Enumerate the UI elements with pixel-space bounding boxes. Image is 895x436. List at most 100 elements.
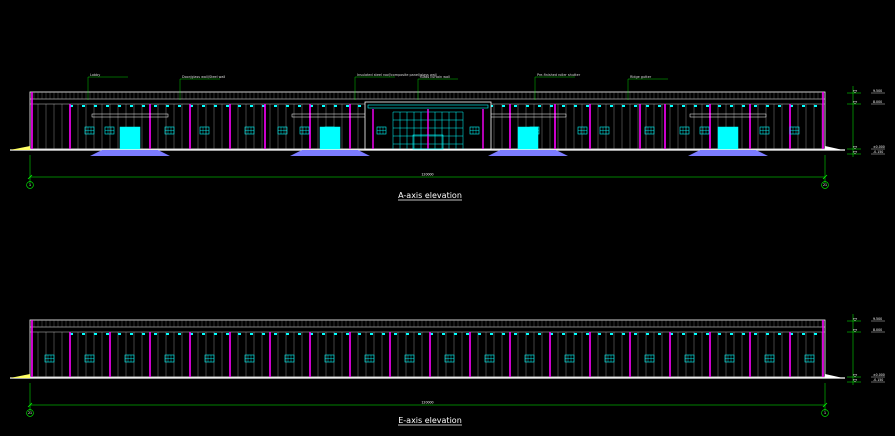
vent-mark bbox=[106, 333, 109, 335]
vent-mark bbox=[286, 105, 289, 107]
vent-mark bbox=[298, 333, 301, 335]
level-text: 9.500 bbox=[873, 317, 882, 321]
vent-mark bbox=[214, 333, 217, 335]
vent-mark bbox=[598, 333, 601, 335]
level-text: -0.150 bbox=[873, 378, 883, 382]
level-symbol bbox=[852, 151, 858, 155]
vent-mark bbox=[610, 105, 613, 107]
axis-label: 21 bbox=[823, 183, 827, 187]
axis-label: 1 bbox=[29, 183, 31, 187]
vent-mark bbox=[178, 333, 181, 335]
cad-drawing: Lobby Door/glass wall/Steel wall Insulated… bbox=[10, 73, 885, 426]
roller-shutter bbox=[517, 126, 539, 150]
vent-mark bbox=[802, 333, 805, 335]
level-symbol bbox=[852, 90, 858, 94]
annotation-text: Glass curtain wall bbox=[420, 75, 450, 79]
vent-mark bbox=[694, 105, 697, 107]
axis-label: 21 bbox=[28, 411, 32, 415]
vent-mark bbox=[382, 333, 385, 335]
vent-mark bbox=[586, 333, 589, 335]
vent-mark bbox=[226, 333, 229, 335]
vent-mark bbox=[586, 105, 589, 107]
vent-mark bbox=[646, 105, 649, 107]
vent-mark bbox=[718, 105, 721, 107]
vent-mark bbox=[754, 333, 757, 335]
vent-mark bbox=[154, 333, 157, 335]
vent-mark bbox=[706, 333, 709, 335]
vent-mark bbox=[742, 105, 745, 107]
level-text: ±0.000 bbox=[873, 373, 885, 377]
roller-shutter bbox=[119, 126, 141, 150]
vent-mark bbox=[178, 105, 181, 107]
vent-mark bbox=[466, 333, 469, 335]
canopy bbox=[91, 113, 169, 118]
annotation-text: Lobby bbox=[90, 73, 100, 77]
vent-mark bbox=[562, 105, 565, 107]
vent-mark bbox=[658, 105, 661, 107]
vent-mark bbox=[358, 105, 361, 107]
roller-shutter bbox=[717, 126, 739, 150]
vent-mark bbox=[670, 105, 673, 107]
vent-mark bbox=[742, 333, 745, 335]
e-axis-elevation: 120000 21 1 9.500 8.000 ±0.000-0.150 bbox=[10, 314, 885, 417]
level-symbol bbox=[852, 146, 858, 150]
vent-mark bbox=[682, 333, 685, 335]
vent-mark bbox=[574, 333, 577, 335]
vent-mark bbox=[214, 105, 217, 107]
vent-mark bbox=[514, 105, 517, 107]
vent-mark bbox=[598, 105, 601, 107]
vent-mark bbox=[250, 105, 253, 107]
vent-mark bbox=[118, 333, 121, 335]
vent-mark bbox=[346, 333, 349, 335]
vent-mark bbox=[130, 333, 133, 335]
vent-mark bbox=[646, 333, 649, 335]
vent-mark bbox=[262, 333, 265, 335]
vent-mark bbox=[778, 105, 781, 107]
vent-mark bbox=[394, 333, 397, 335]
vent-mark bbox=[82, 333, 85, 335]
level-text: 8.000 bbox=[873, 100, 882, 104]
vent-mark bbox=[574, 105, 577, 107]
vent-mark bbox=[106, 105, 109, 107]
vent-mark bbox=[814, 333, 817, 335]
vent-mark bbox=[442, 333, 445, 335]
vent-mark bbox=[250, 333, 253, 335]
annotation-text: Door/glass wall/Steel wall bbox=[182, 75, 225, 79]
a-axis-elevation-title: A-axis elevation bbox=[398, 191, 462, 200]
vent-mark bbox=[802, 105, 805, 107]
vent-mark bbox=[118, 105, 121, 107]
annotation-text: Ridge gutter bbox=[630, 75, 652, 79]
vent-mark bbox=[94, 333, 97, 335]
axis-label: 1 bbox=[824, 411, 826, 415]
dimension-text: 120000 bbox=[421, 173, 433, 177]
vent-mark bbox=[502, 333, 505, 335]
level-text: 9.500 bbox=[873, 89, 882, 93]
vent-mark bbox=[562, 333, 565, 335]
vent-mark bbox=[634, 105, 637, 107]
a-axis-elevation: Lobby Door/glass wall/Steel wall Insulated… bbox=[10, 73, 885, 189]
level-symbol bbox=[852, 318, 858, 322]
canopy bbox=[689, 113, 767, 118]
vent-mark bbox=[286, 333, 289, 335]
vent-mark bbox=[526, 105, 529, 107]
level-symbol bbox=[852, 379, 858, 383]
vent-mark bbox=[682, 105, 685, 107]
vent-mark bbox=[502, 105, 505, 107]
e-axis-elevation-title: E-axis elevation bbox=[398, 416, 462, 425]
vent-mark bbox=[526, 333, 529, 335]
vent-mark bbox=[730, 105, 733, 107]
vent-mark bbox=[238, 105, 241, 107]
vent-mark bbox=[406, 333, 409, 335]
ramp bbox=[688, 150, 768, 156]
vent-mark bbox=[370, 333, 373, 335]
vent-mark bbox=[622, 105, 625, 107]
vent-mark bbox=[814, 105, 817, 107]
vent-mark bbox=[730, 333, 733, 335]
level-symbol bbox=[852, 101, 858, 105]
vent-mark bbox=[274, 333, 277, 335]
vent-mark bbox=[274, 105, 277, 107]
vent-mark bbox=[514, 333, 517, 335]
vent-mark bbox=[298, 105, 301, 107]
level-symbol bbox=[852, 329, 858, 333]
vent-mark bbox=[538, 333, 541, 335]
